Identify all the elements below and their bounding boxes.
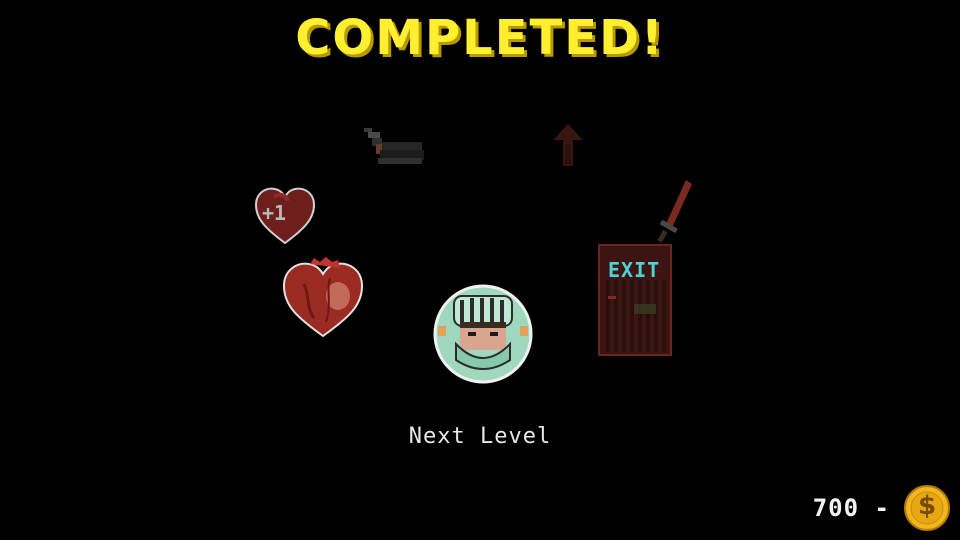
coin-icon: $	[904, 485, 950, 531]
knight-helmet-avatar	[433, 284, 533, 384]
heart-icon	[282, 257, 364, 338]
sword-icon	[657, 180, 692, 243]
boot-icon	[364, 128, 424, 164]
next-level-button[interactable]: Next Level	[380, 424, 580, 449]
completed-title: COMPLETED!	[295, 10, 665, 66]
bonus-heart: +1	[252, 183, 318, 247]
exit-sign: EXIT	[608, 258, 661, 282]
coin-separator: -	[874, 494, 890, 522]
exit-door: EXIT	[596, 178, 700, 358]
plus-one-label: +1	[262, 201, 287, 225]
coin-count: 700	[812, 494, 860, 522]
up-arrow-icon	[553, 124, 583, 166]
coin-counter: 700 -	[813, 494, 890, 522]
coin-symbol: $	[917, 491, 937, 521]
level-complete-screen: COMPLETED! +1 EXIT Next Level 700 - $	[0, 0, 960, 540]
